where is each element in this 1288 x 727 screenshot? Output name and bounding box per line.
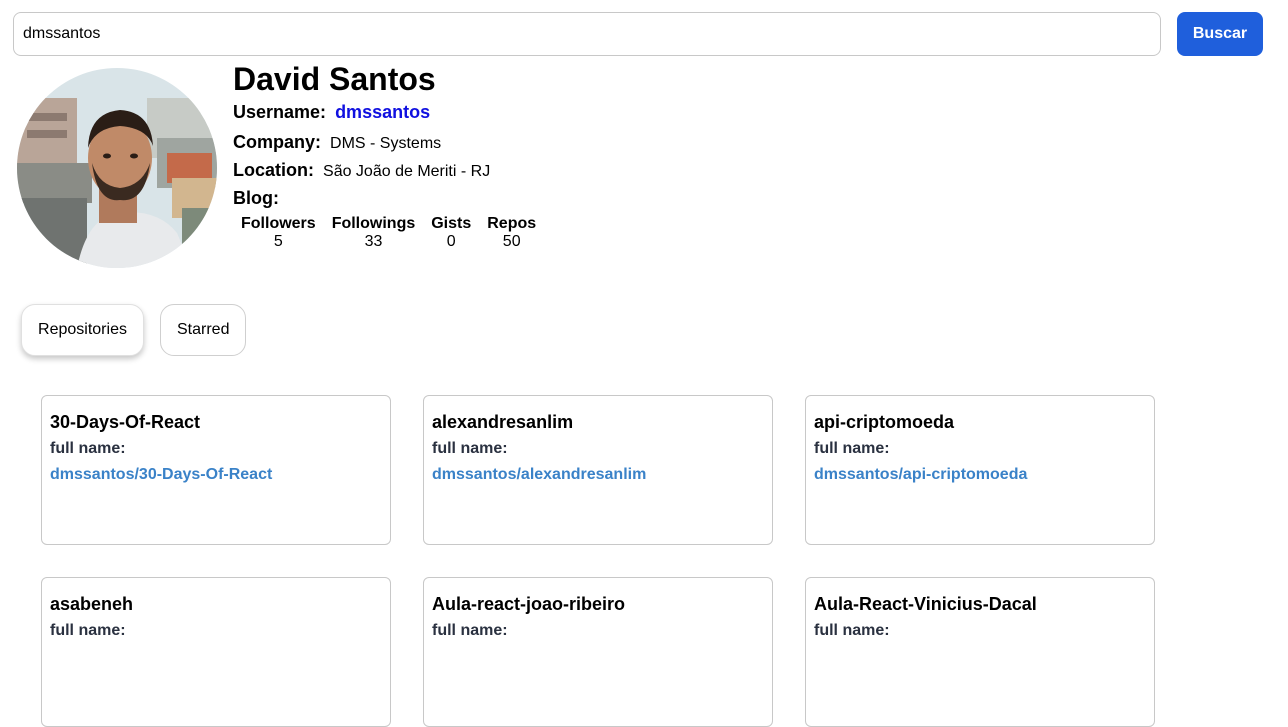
repo-name: Aula-react-joao-ribeiro	[432, 594, 626, 614]
stat-value: 50	[502, 233, 521, 250]
search-button[interactable]: Buscar	[1177, 12, 1263, 56]
location-row: Location: São João de Meriti - RJ	[233, 160, 490, 181]
blog-label: Blog:	[233, 188, 279, 208]
profile-name: David Santos	[233, 61, 436, 97]
search-input[interactable]	[13, 12, 1161, 56]
repo-fullname-label: full name:	[432, 622, 508, 639]
repo-fullname-label: full name:	[50, 622, 126, 639]
stat-followers: Followers 5	[241, 215, 316, 251]
username-link[interactable]: dmssantos	[335, 102, 430, 122]
stat-repos: Repos 50	[487, 215, 536, 251]
tab-starred[interactable]: Starred	[160, 304, 246, 356]
repo-link[interactable]: dmssantos/30-Days-Of-React	[50, 462, 382, 488]
repo-card: api-criptomoeda full name: dmssantos/api…	[805, 395, 1155, 545]
repo-card: alexandresanlim full name: dmssantos/ale…	[423, 395, 773, 545]
repo-name: 30-Days-Of-React	[50, 412, 201, 432]
stat-label: Gists	[431, 215, 472, 232]
repo-link[interactable]: dmssantos/api-criptomoeda	[814, 462, 1146, 488]
repo-fullname-label: full name:	[50, 440, 126, 457]
repo-card: Aula-react-joao-ribeiro full name:	[423, 577, 773, 727]
username-row: Username: dmssantos	[233, 102, 430, 123]
stat-value: 5	[273, 233, 283, 250]
profile-stats: Followers 5 Followings 33 Gists 0 Repos …	[241, 215, 536, 251]
username-label: Username:	[233, 102, 327, 122]
repo-fullname-label: full name:	[814, 440, 890, 457]
stat-label: Followers	[241, 215, 316, 232]
repo-name: alexandresanlim	[432, 412, 574, 432]
repo-card: asabeneh full name:	[41, 577, 391, 727]
repo-name: api-criptomoeda	[814, 412, 955, 432]
stat-value: 33	[364, 233, 383, 250]
search-bar: Buscar	[13, 12, 1263, 56]
stat-followings: Followings 33	[332, 215, 416, 251]
stat-value: 0	[446, 233, 456, 250]
repo-fullname-label: full name:	[814, 622, 890, 639]
company-label: Company:	[233, 132, 322, 152]
stat-label: Followings	[331, 215, 416, 232]
avatar	[17, 68, 217, 268]
location-value: São João de Meriti - RJ	[323, 163, 491, 180]
repo-link[interactable]: dmssantos/alexandresanlim	[432, 462, 764, 488]
stat-gists: Gists 0	[431, 215, 471, 251]
stat-label: Repos	[487, 215, 537, 232]
repo-name: Aula-React-Vinicius-Dacal	[814, 594, 1037, 614]
repo-fullname-label: full name:	[432, 440, 508, 457]
company-value: DMS - Systems	[330, 135, 442, 152]
profile-info: David Santos Username: dmssantos Company…	[233, 60, 536, 250]
location-label: Location:	[233, 160, 314, 180]
blog-row: Blog:	[233, 188, 283, 209]
repo-card: Aula-React-Vinicius-Dacal full name:	[805, 577, 1155, 727]
avatar-photo	[17, 68, 217, 268]
repo-name: asabeneh	[50, 594, 134, 614]
repo-card: 30-Days-Of-React full name: dmssantos/30…	[41, 395, 391, 545]
tab-repositories[interactable]: Repositories	[21, 304, 144, 356]
company-row: Company: DMS - Systems	[233, 132, 441, 153]
